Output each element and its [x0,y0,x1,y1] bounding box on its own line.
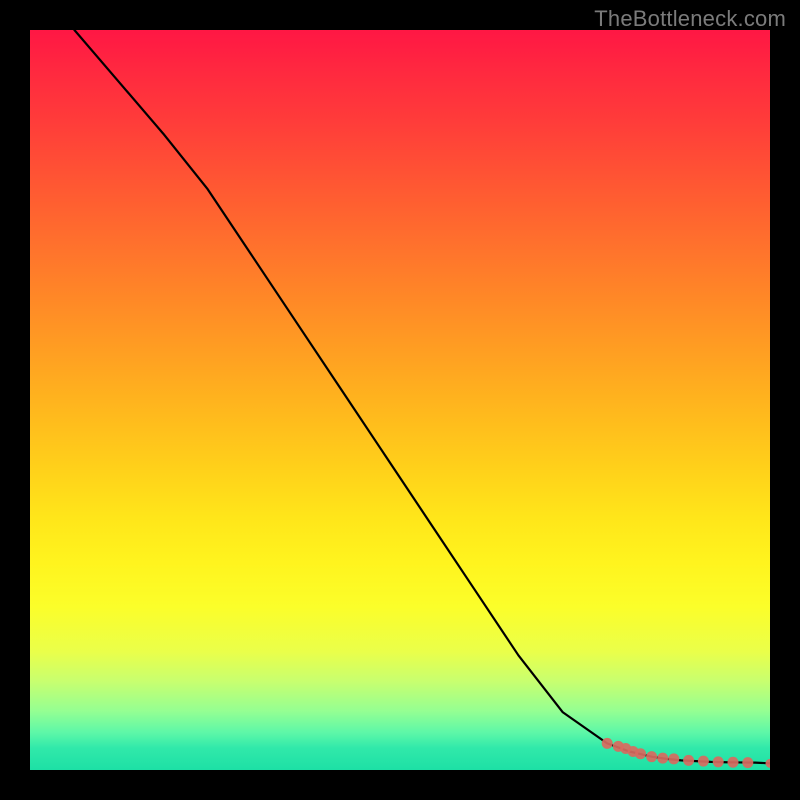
attribution-label: TheBottleneck.com [594,6,786,32]
data-point-marker [683,755,694,766]
data-point-marker [646,751,657,762]
data-point-marker [713,756,724,767]
data-point-marker [728,757,739,768]
data-point-marker [635,748,646,759]
plot-area [30,30,770,770]
data-point-marker [698,756,709,767]
data-point-marker [668,753,679,764]
data-point-marker [766,759,771,768]
highlighted-points-group [602,738,770,768]
chart-frame: TheBottleneck.com [0,0,800,800]
bottleneck-curve-line [74,30,770,763]
data-point-marker [602,738,613,749]
chart-overlay-svg [30,30,770,770]
data-point-marker [657,753,668,764]
data-point-marker [742,757,753,768]
